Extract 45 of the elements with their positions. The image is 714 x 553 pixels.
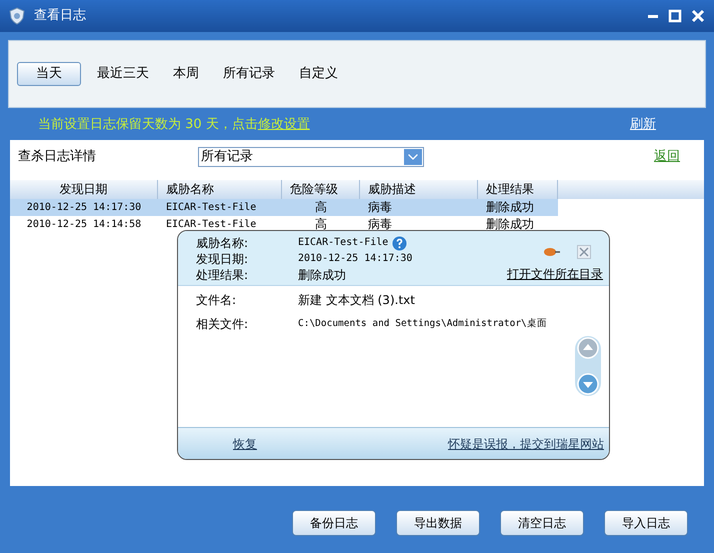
table-cell-text: 高	[314, 216, 328, 233]
field-value: C:\Documents and Settings\Administrator\桌面	[298, 316, 547, 331]
field-label: 威胁名称:	[196, 235, 250, 251]
tab[interactable]: 所有记录	[215, 62, 283, 86]
retention-notice: 当前设置日志保留天数为 30 天，点击修改设置	[38, 116, 310, 134]
scroll-down-icon[interactable]	[577, 373, 599, 395]
dropdown-value: 所有记录	[200, 148, 254, 166]
table-cell-text: 病毒	[367, 216, 393, 233]
tab[interactable]: 当天	[17, 62, 81, 86]
table-cell-text: EICAR-Test-File	[165, 218, 258, 232]
table-cell-text: EICAR-Test-File	[165, 201, 258, 215]
restore-link[interactable]: 恢复	[233, 434, 257, 452]
field-value: 删除成功	[298, 267, 346, 283]
table-cell-text: 删除成功	[485, 199, 535, 216]
action-button[interactable]: 备份日志	[292, 510, 376, 536]
refresh-link[interactable]: 刷新	[630, 115, 656, 135]
tab[interactable]: 自定义	[291, 62, 346, 86]
window-title: 查看日志	[34, 7, 86, 26]
tab[interactable]: 本周	[165, 62, 207, 86]
tab[interactable]: 最近三天	[89, 62, 157, 86]
field-value: EICAR-Test-File	[298, 236, 388, 250]
table-cell-text: 删除成功	[485, 216, 535, 233]
report-link[interactable]: 怀疑是误报，提交到瑞星网站	[448, 434, 604, 452]
pin-icon[interactable]	[543, 247, 561, 257]
table-cell-text: 2010-12-25 14:14:58	[26, 218, 142, 232]
table-cell-text: 高	[314, 199, 328, 216]
back-link[interactable]: 返回	[654, 147, 680, 167]
filter-label: 查杀日志详情	[18, 148, 97, 166]
table-cell-text: 病毒	[367, 199, 393, 216]
field-label: 文件名:	[196, 292, 238, 309]
action-button[interactable]: 清空日志	[500, 510, 584, 536]
table-cell-text: 2010-12-25 14:17:30	[26, 201, 142, 215]
action-button[interactable]: 导出数据	[396, 510, 480, 536]
help-icon[interactable]	[392, 236, 408, 250]
field-label: 相关文件:	[196, 316, 250, 333]
table-row[interactable]: 2010-12-25 14:17:30 EICAR-Test-File 高 病毒 删除成功	[10, 199, 558, 216]
field-value: 新建 文本文档 (3).txt	[298, 292, 415, 309]
action-button[interactable]: 导入日志	[604, 510, 688, 536]
field-label: 处理结果:	[196, 267, 250, 283]
field-value: 2010-12-25 14:17:30	[298, 252, 412, 266]
shield-icon	[8, 7, 26, 25]
filter-dropdown[interactable]: 所有记录	[198, 147, 424, 167]
maximize-icon[interactable]	[668, 9, 682, 23]
field-label: 发现日期:	[196, 251, 250, 267]
open-folder-link[interactable]: 打开文件所在目录	[507, 265, 603, 283]
